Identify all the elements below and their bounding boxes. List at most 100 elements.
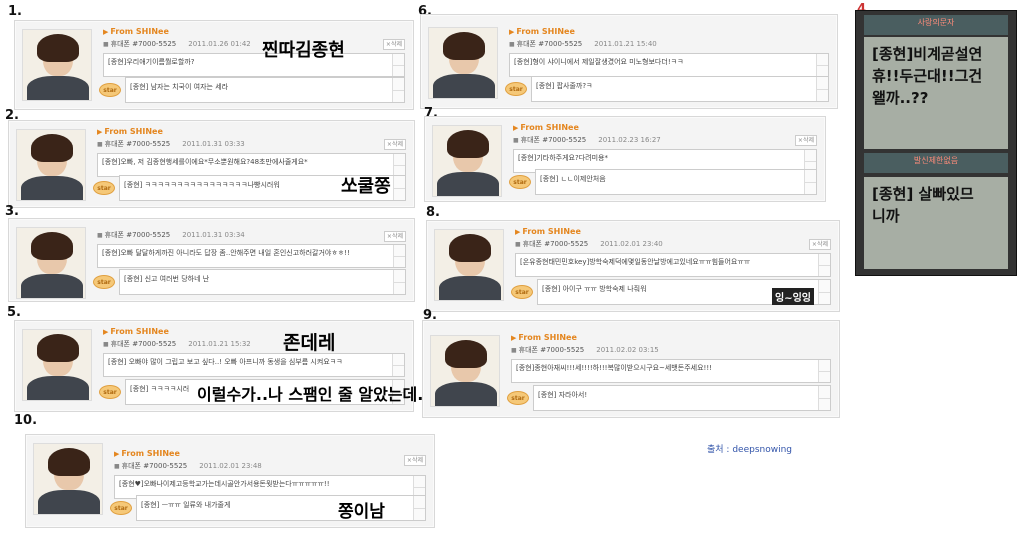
date: 2011.01.21 15:40: [594, 40, 657, 48]
lock-icon: ■: [513, 137, 519, 144]
reply-scroll[interactable]: [816, 77, 828, 101]
profile-photo: [432, 125, 502, 197]
reply-scroll[interactable]: [393, 176, 405, 200]
date: 2011.01.31 03:33: [182, 140, 245, 148]
lock-icon: ■: [103, 341, 109, 348]
lock-icon: ■: [511, 347, 517, 354]
sender: 휴대폰 #7000-5525: [516, 40, 583, 48]
card-number: 5.: [7, 305, 21, 320]
lock-icon: ■: [103, 41, 109, 48]
phone-photo: 사랑의문자 [종현]비계곧설연 휴!!두근대!!그건 왤까..?? 발신제한없음…: [855, 10, 1017, 276]
reply-text: [종현] ㄴㄴ이제안처음: [535, 169, 817, 195]
profile-photo: [33, 443, 103, 515]
reply-text: [종현] 신고 여러번 당하네 난: [119, 269, 406, 295]
handwritten-annotation: 잉~잉잉: [772, 288, 814, 305]
profile-photo: [16, 129, 86, 201]
message-text: [종현] 오빠야 많이 그립고 보고 싶다..! 오빠 아프니까 동생을 심부름…: [103, 353, 405, 377]
card-number: 10.: [14, 413, 38, 428]
message-text: [종현]오빠 달달하게까진 아니라도 답장 좀..안해주면 내일 혼인신고하러갈…: [97, 244, 406, 268]
message-text: [온유종현태민민호key]방학숙제덕에몇일동안날방에고있네요ㅠㅠ힘들어요ㅠㅠ: [515, 253, 831, 277]
message-text: [종현]우리애기이름뭘로할까?: [103, 53, 405, 77]
phone-header: 사랑의문자: [917, 18, 955, 27]
sender: 휴대폰 #7000-5525: [121, 462, 188, 470]
reply-scroll[interactable]: [392, 78, 404, 102]
message-text: [종현]종현아재씨!!!세!!!!하!!!복많이받으시구요~세뱃돈주세요!!!: [511, 359, 831, 383]
date: 2011.02.01 23:40: [600, 240, 663, 248]
delete-button[interactable]: ×삭제: [794, 135, 817, 146]
message-scroll[interactable]: [392, 354, 404, 376]
message-scroll[interactable]: [818, 254, 830, 276]
message-text: [종현]형이 샤이니에서 제일잘생겼어요 미노형보다더!ㅋㅋ: [509, 53, 829, 77]
profile-photo: [16, 227, 86, 299]
delete-button[interactable]: ×삭제: [403, 455, 426, 466]
from-label: From SHINee: [516, 27, 575, 36]
star-icon[interactable]: star: [99, 385, 121, 399]
card-number: 8.: [426, 205, 440, 220]
delete-button[interactable]: ×삭제: [383, 139, 406, 150]
message-card: ▶ From SHINee ■ 휴대폰 #7000-5525 2011.01.21 1…: [420, 14, 838, 109]
handwritten-annotation: 이럴수가..나 스팸인 줄 알았는데..: [197, 385, 430, 404]
lock-icon: ■: [114, 463, 120, 470]
from-label: From SHINee: [121, 449, 180, 458]
profile-photo: [22, 29, 92, 101]
reply-text: [종현] 자라아서!: [533, 385, 831, 411]
reply-scroll[interactable]: [818, 280, 830, 304]
from-label: From SHINee: [104, 127, 163, 136]
reply-text: [종현] 팝사줄까?ㅋ: [531, 76, 829, 102]
message-scroll[interactable]: [818, 360, 830, 382]
message-scroll[interactable]: [393, 154, 405, 176]
lock-icon: ■: [97, 141, 103, 148]
reply-scroll[interactable]: [393, 270, 405, 294]
message-scroll[interactable]: [816, 54, 828, 76]
date: 2011.01.31 03:34: [182, 231, 245, 239]
date: 2011.02.23 16:27: [598, 136, 661, 144]
star-icon[interactable]: star: [505, 82, 527, 96]
date: 2011.02.02 03:15: [596, 346, 659, 354]
star-icon[interactable]: star: [110, 501, 132, 515]
handwritten-annotation: 존데레: [283, 332, 336, 354]
sender: 휴대폰 #7000-5525: [520, 136, 587, 144]
message-card: ▶ From SHINee ■ 휴대폰 #7000-5525 2011.01.26 0…: [14, 20, 414, 110]
lock-icon: ■: [97, 232, 103, 239]
delete-button[interactable]: ×삭제: [382, 39, 405, 50]
sender: 휴대폰 #7000-5525: [110, 40, 177, 48]
handwritten-annotation: 쫑이남: [338, 502, 385, 522]
star-icon[interactable]: star: [99, 83, 121, 97]
delete-button[interactable]: ×삭제: [383, 231, 406, 242]
from-label: From SHINee: [518, 333, 577, 342]
date: 2011.02.01 23:48: [199, 462, 262, 470]
delete-button[interactable]: ×삭제: [808, 239, 831, 250]
star-icon[interactable]: star: [93, 275, 115, 289]
lock-icon: ■: [515, 241, 521, 248]
card-number: 1.: [8, 4, 22, 19]
message-scroll[interactable]: [393, 245, 405, 267]
phone-header: 발신제한없음: [913, 156, 959, 165]
profile-photo: [430, 335, 500, 407]
card-number: 3.: [5, 204, 19, 219]
from-label: From SHINee: [110, 327, 169, 336]
star-icon[interactable]: star: [507, 391, 529, 405]
profile-photo: [434, 229, 504, 301]
sender: 휴대폰 #7000-5525: [518, 346, 585, 354]
from-label: From SHINee: [522, 227, 581, 236]
star-icon[interactable]: star: [509, 175, 531, 189]
lock-icon: ■: [509, 41, 515, 48]
star-icon[interactable]: star: [93, 181, 115, 195]
reply-text: [종현] 남자는 치국이 여자는 세라: [125, 77, 405, 103]
phone-message: [종현] 살빠있므 니까: [864, 177, 1008, 269]
message-card: ▶ From SHINee ■ 휴대폰 #7000-5525 2011.02.23 1…: [424, 116, 826, 202]
reply-scroll[interactable]: [413, 496, 425, 520]
profile-photo: [428, 27, 498, 99]
reply-scroll[interactable]: [804, 170, 816, 194]
star-icon[interactable]: star: [511, 285, 533, 299]
sender: 휴대폰 #7000-5525: [110, 340, 177, 348]
from-label: From SHINee: [110, 27, 169, 36]
from-label: From SHINee: [520, 123, 579, 132]
sender: 휴대폰 #7000-5525: [522, 240, 589, 248]
message-card: ▶From SHINee ■휴대폰 #7000-55252011.01.31 0…: [8, 218, 415, 302]
reply-scroll[interactable]: [818, 386, 830, 410]
handwritten-annotation: 쏘쿨쫑: [341, 176, 391, 197]
message-card: ▶ From SHINee ■ 휴대폰 #7000-5525 2011.02.02 0…: [422, 320, 840, 418]
message-scroll[interactable]: [392, 54, 404, 76]
sender: 휴대폰 #7000-5525: [104, 231, 171, 239]
